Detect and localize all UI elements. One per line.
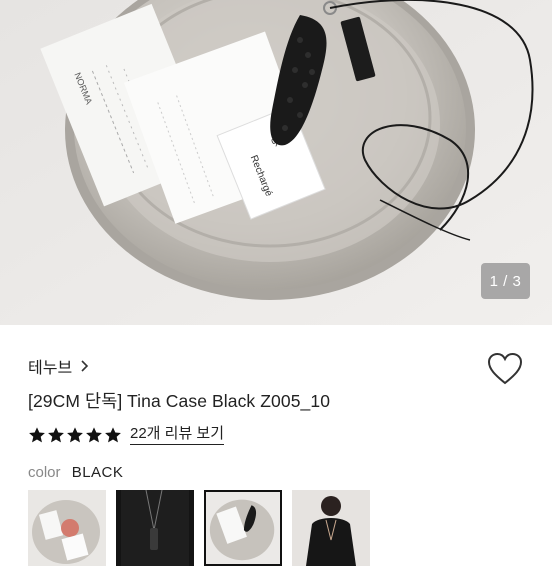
- color-label: color: [28, 464, 61, 481]
- rating-row: 22개 리뷰 보기: [28, 425, 225, 445]
- product-image-gallery[interactable]: NORMA Rechargé %: [0, 0, 552, 325]
- brand-name: 테누브: [28, 360, 73, 377]
- brand-link[interactable]: 테누브: [28, 354, 92, 378]
- thumbnail-2[interactable]: [116, 490, 194, 566]
- thumbnail-4[interactable]: [292, 490, 370, 566]
- gallery-pager: 1 / 3: [481, 263, 530, 299]
- heart-icon[interactable]: [487, 352, 523, 386]
- star-icon: [105, 427, 121, 443]
- star-icon: [29, 427, 45, 443]
- view-reviews-link[interactable]: 22개 리뷰 보기: [130, 425, 225, 445]
- star-rating: [28, 426, 122, 444]
- star-icon: [67, 427, 83, 443]
- thumbnail-strip: [28, 490, 370, 566]
- color-option: color BLACK: [28, 464, 123, 481]
- color-value: BLACK: [71, 464, 124, 481]
- product-photo: NORMA Rechargé %: [0, 0, 552, 325]
- product-title: [29CM 단독] Tina Case Black Z005_10: [28, 391, 331, 411]
- thumbnail-1[interactable]: [28, 490, 106, 566]
- chevron-right-icon: [81, 360, 89, 372]
- star-icon: [48, 427, 64, 443]
- star-icon: [86, 427, 102, 443]
- thumbnail-3[interactable]: [204, 490, 282, 566]
